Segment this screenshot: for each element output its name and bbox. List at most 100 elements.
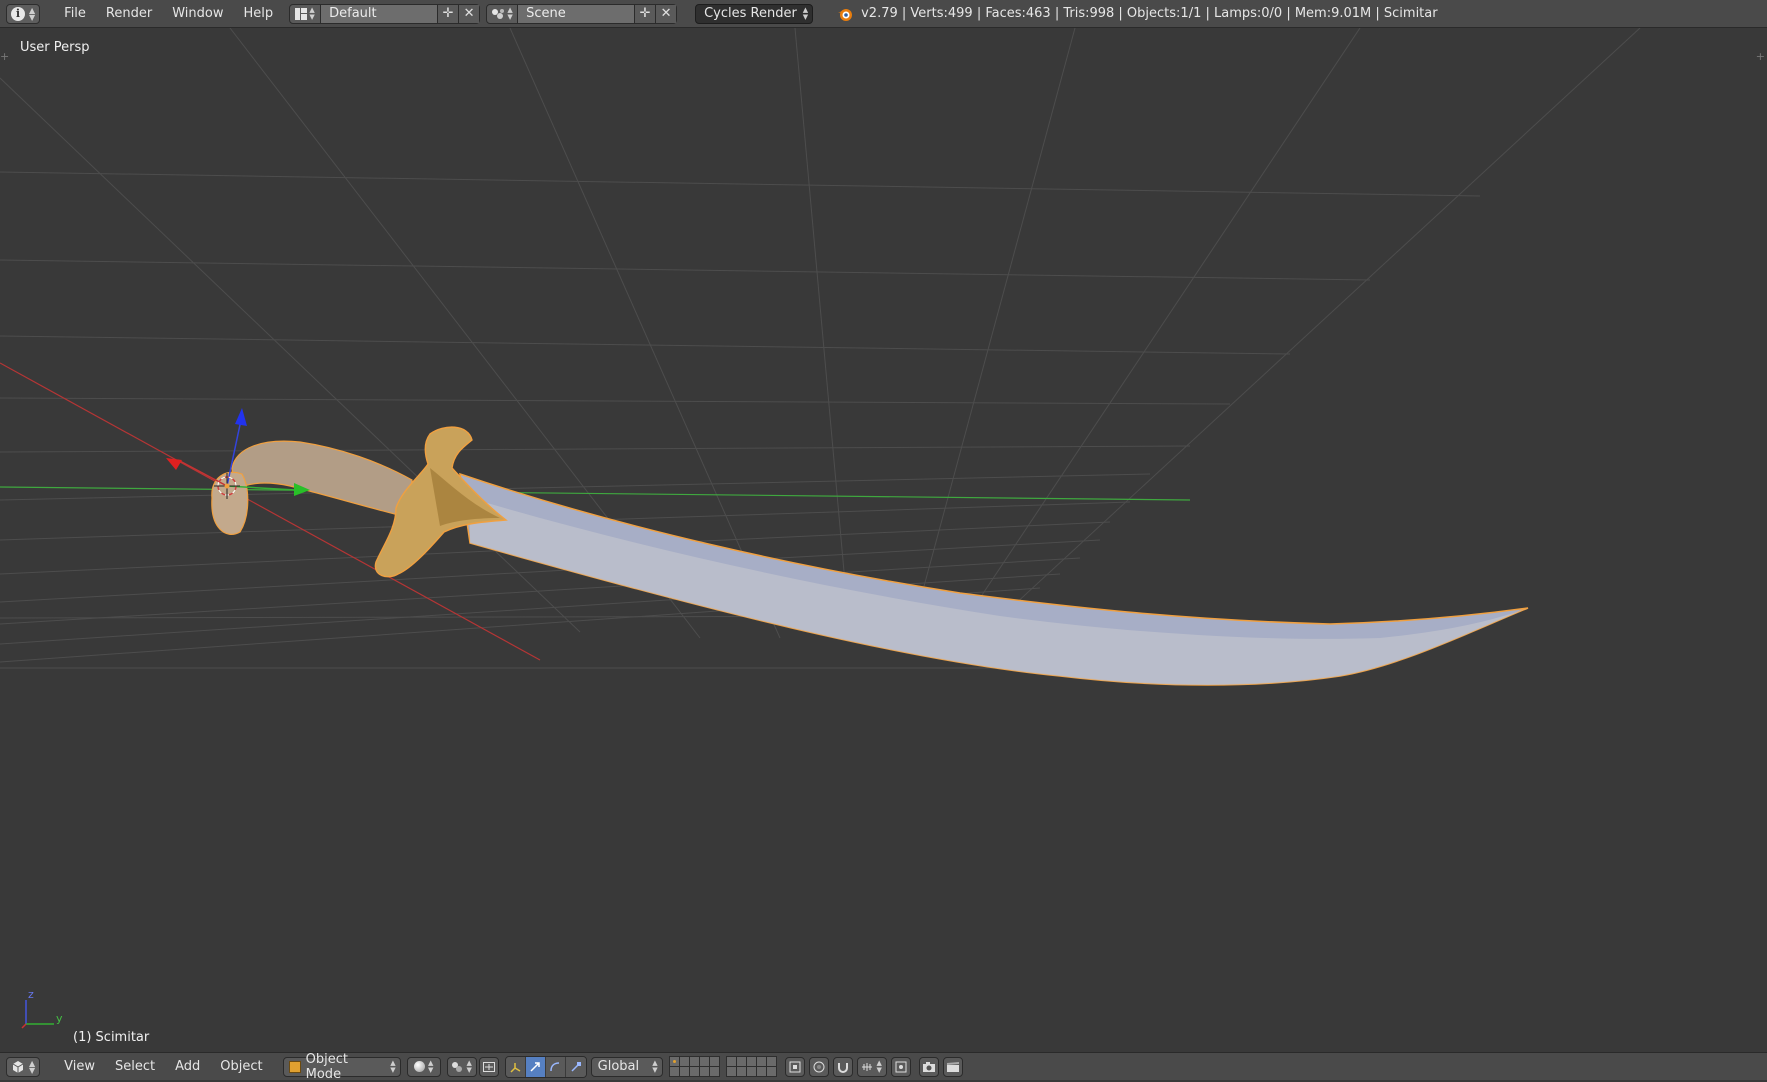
snap-toggle-button[interactable] (832, 1056, 853, 1077)
layer-button[interactable] (736, 1057, 746, 1066)
delete-scene-button[interactable]: ✕ (655, 4, 677, 23)
scene-field[interactable]: Scene (518, 4, 635, 23)
updown-arrows-icon: ▲ ▼ (876, 1058, 882, 1074)
layer-button[interactable] (689, 1067, 699, 1076)
snap-element-select[interactable]: ▲ ▼ (856, 1056, 887, 1077)
layer-button[interactable] (699, 1067, 709, 1076)
add-scene-button[interactable]: ✛ (634, 4, 656, 23)
interaction-mode-select[interactable]: Object Mode ▲ ▼ (282, 1052, 401, 1082)
delete-screen-button[interactable]: ✕ (458, 4, 480, 23)
rotate-arc-icon (550, 1061, 560, 1071)
y-axis-line (0, 486, 1191, 501)
lock-layers-button[interactable] (784, 1056, 805, 1077)
layer-button[interactable] (726, 1067, 736, 1076)
layer-button[interactable] (709, 1057, 719, 1066)
clapperboard-icon (946, 1061, 959, 1072)
close-icon: ✕ (660, 6, 672, 21)
menu-view[interactable]: View (54, 1053, 105, 1081)
proportional-editing-button[interactable] (808, 1056, 829, 1077)
scale-button[interactable] (565, 1056, 586, 1077)
close-icon: ✕ (463, 6, 475, 21)
updown-arrows-icon: ▲ ▼ (29, 1058, 36, 1075)
layer-block-1 (668, 1056, 720, 1077)
layer-button[interactable] (669, 1057, 679, 1066)
menu-add[interactable]: Add (165, 1053, 210, 1081)
opengl-render-animation-button[interactable] (942, 1056, 963, 1077)
menu-object[interactable]: Object (210, 1053, 272, 1081)
snap-target-button[interactable] (890, 1056, 911, 1077)
manipulator-toggle-button[interactable] (505, 1056, 526, 1077)
transform-orientation-label: Global (597, 1059, 640, 1074)
3d-viewport[interactable]: z y + + User Persp (1) Scimitar (0, 28, 1767, 1052)
object-origin-icon (224, 483, 230, 489)
snap-increment-icon (862, 1062, 873, 1071)
screen-layout-combo: ▲ ▼ Default ✛ ✕ (289, 3, 481, 24)
menu-file[interactable]: File (54, 0, 96, 28)
screen-layout-field[interactable]: Default (321, 4, 438, 23)
viewport-canvas[interactable]: z y (0, 28, 1767, 1052)
plus-icon: ✛ (442, 6, 454, 21)
layer-button[interactable] (669, 1067, 679, 1076)
updown-arrows-icon: ▲ ▼ (390, 1058, 396, 1074)
menu-render[interactable]: Render (96, 0, 162, 28)
scale-icon (571, 1061, 581, 1072)
layer-button[interactable] (736, 1067, 746, 1076)
layer-button[interactable] (746, 1067, 756, 1076)
layer-button[interactable] (679, 1057, 689, 1066)
layer-button[interactable] (699, 1057, 709, 1066)
layer-button[interactable] (689, 1057, 699, 1066)
pivot-only-locations-button[interactable] (478, 1056, 499, 1077)
object-mode-icon (288, 1060, 301, 1073)
menu-window[interactable]: Window (162, 0, 233, 28)
plus-icon: ✛ (639, 6, 651, 21)
pivot-point-icon (452, 1061, 463, 1072)
scene-icon[interactable]: ▲ ▼ (487, 4, 519, 23)
main-menu: File Render Window Help (54, 0, 283, 28)
view-name-label: User Persp (20, 40, 90, 55)
layer-button[interactable] (746, 1057, 756, 1066)
translate-button[interactable] (525, 1056, 546, 1077)
info-icon: i (11, 6, 25, 21)
screen-layout-icon[interactable]: ▲ ▼ (290, 4, 322, 23)
layer-button[interactable] (679, 1067, 689, 1076)
transform-orientation-select[interactable]: Global ▲ ▼ (590, 1056, 663, 1077)
3d-view-icon (12, 1060, 24, 1073)
viewport-shading-select[interactable]: ▲ ▼ (406, 1056, 441, 1077)
menu-help[interactable]: Help (233, 0, 283, 28)
layer-button[interactable] (756, 1057, 766, 1066)
scene-statistics: v2.79 | Verts:499 | Faces:463 | Tris:998… (861, 6, 1438, 21)
layer-button[interactable] (726, 1057, 736, 1066)
interaction-mode-label: Object Mode (305, 1051, 348, 1082)
manipulator-icon (510, 1062, 521, 1073)
scimitar-object[interactable] (211, 426, 1529, 686)
layer-button[interactable] (709, 1067, 719, 1076)
render-engine-select[interactable]: Cycles Render ▲ ▼ (695, 3, 814, 24)
updown-arrows-icon: ▲ ▼ (652, 1058, 658, 1074)
pivot-point-select[interactable]: ▲ ▼ (446, 1056, 477, 1077)
x-axis-handle[interactable] (166, 458, 182, 470)
view3d-menu: View Select Add Object (54, 1053, 272, 1081)
menu-select[interactable]: Select (105, 1053, 165, 1081)
editor-type-selector[interactable]: i ▲ ▼ (6, 3, 41, 24)
manipulator-tools (504, 1055, 587, 1078)
layer-button[interactable] (766, 1057, 776, 1066)
layer-button[interactable] (766, 1067, 776, 1076)
region-expand-icon[interactable]: + (1756, 50, 1765, 63)
y-axis-label: y (56, 1012, 63, 1025)
updown-arrows-icon: ▲ ▼ (29, 5, 36, 22)
editor-type-selector[interactable]: ▲ ▼ (6, 1056, 41, 1077)
updown-arrows-icon: ▲ ▼ (802, 5, 809, 21)
info-header: i ▲ ▼ File Render Window Help ▲ ▼ Default … (0, 0, 1767, 28)
scene-layers (668, 1056, 777, 1077)
view-axis-gizmo (21, 1000, 54, 1029)
magnet-icon (837, 1062, 848, 1073)
updown-arrows-icon: ▲ ▼ (466, 1058, 472, 1074)
layer-block-2 (725, 1056, 777, 1077)
rotate-button[interactable] (545, 1056, 566, 1077)
opengl-render-image-button[interactable] (918, 1056, 939, 1077)
add-screen-button[interactable]: ✛ (437, 4, 459, 23)
grip (231, 440, 413, 519)
region-expand-icon[interactable]: + (0, 50, 9, 63)
layer-button[interactable] (756, 1067, 766, 1076)
z-axis-handle[interactable] (235, 408, 247, 426)
